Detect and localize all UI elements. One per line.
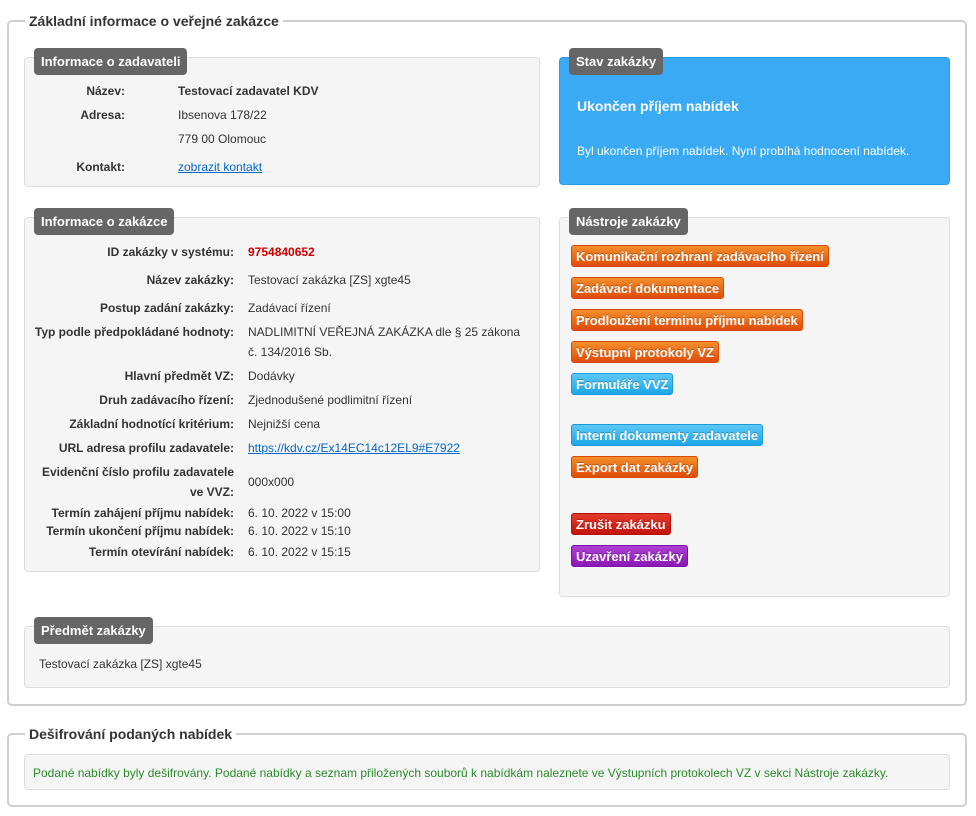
cancel-contract-button[interactable]: Zrušit zakázku (571, 513, 671, 535)
vvz-forms-button[interactable]: Formuláře VVZ (571, 373, 674, 395)
authority-name-label: Název: (86, 84, 125, 98)
show-contact-link[interactable]: zobrazit kontakt (178, 160, 262, 174)
decryption-message: Podané nabídky byly dešifrovány. Podané … (33, 766, 889, 780)
subject-badge: Předmět zakázky (34, 617, 153, 644)
contract-id-value: 9754840652 (248, 245, 315, 259)
profile-url-label: URL adresa profilu zadavatele: (58, 441, 234, 455)
contracting-authority-badge: Informace o zadavateli (34, 48, 188, 75)
bid-opening-value: 6. 10. 2022 v 15:15 (248, 545, 351, 559)
authority-name-value: Testovací zadavatel KDV (178, 84, 319, 98)
criterion-label: Základní hodnotící kritérium: (69, 417, 234, 431)
profile-number-label-line2: ve VVZ: (189, 485, 234, 499)
main-subject-label: Hlavní předmět VZ: (124, 369, 234, 383)
contract-name-label: Název zakázky: (146, 273, 234, 287)
main-subject-value: Dodávky (248, 369, 295, 383)
main-info-legend: Základní informace o veřejné zakázce (29, 13, 279, 29)
contract-name-value: Testovací zakázka [ZS] xgte45 (248, 273, 411, 287)
authority-address-label: Adresa: (80, 108, 125, 122)
procedure-kind-value: Zjednodušené podlimitní řízení (248, 393, 413, 407)
close-contract-button[interactable]: Uzavření zakázky (571, 545, 688, 567)
bid-start-value: 6. 10. 2022 v 15:00 (248, 506, 351, 520)
export-data-button[interactable]: Export dat zakázky (571, 456, 699, 478)
value-type-line1: NADLIMITNÍ VEŘEJNÁ ZAKÁZKA dle § 25 záko… (248, 325, 521, 339)
profile-url-link[interactable]: https://kdv.cz/Ex14EC14c12EL9#E7922 (248, 441, 460, 455)
contract-info-badge: Informace o zakázce (34, 208, 175, 235)
contracting-authority-panel: Informace o zadavateli Název: Testovací … (24, 48, 540, 187)
internal-documents-button[interactable]: Interní dokumenty zadavatele (571, 424, 764, 446)
tools-badge: Nástroje zakázky (569, 208, 688, 235)
authority-address-line2: 779 00 Olomouc (178, 132, 267, 146)
subject-panel: Předmět zakázky Testovací zakázka [ZS] x… (24, 617, 950, 688)
decryption-message-panel: Podané nabídky byly dešifrovány. Podané … (24, 754, 950, 790)
subject-text: Testovací zakázka [ZS] xgte45 (39, 657, 202, 671)
extend-deadline-button[interactable]: Prodloužení terminu příjmu nabídek (571, 309, 803, 331)
contract-id-label: ID zakázky v systému: (107, 245, 234, 259)
contract-info-panel: Informace o zakázce ID zakázky v systému… (24, 208, 540, 572)
bid-end-value: 6. 10. 2022 v 15:10 (248, 524, 351, 538)
bid-end-label: Termín ukončení příjmu nabídek: (46, 524, 234, 538)
bid-opening-label: Termín otevírání nabídek: (88, 545, 234, 559)
criterion-value: Nejnižší cena (248, 417, 321, 431)
tender-documents-button[interactable]: Zadávací dokumentace (571, 277, 725, 299)
output-protocols-button[interactable]: Výstupní protokoly VZ (571, 341, 719, 363)
decryption-legend: Dešifrování podaných nabídek (29, 726, 233, 742)
authority-contact-label: Kontakt: (76, 160, 125, 174)
value-type-label: Typ podle předpokládané hodnoty: (34, 325, 234, 339)
communication-interface-button[interactable]: Komunikační rozhraní zadávacího řízení (571, 245, 829, 267)
status-panel: Stav zakázky Ukončen příjem nabídek Byl … (559, 48, 950, 185)
status-text: Byl ukončen příjem nabídek. Nyní probíhá… (577, 144, 910, 158)
authority-address-line1: Ibsenova 178/22 (178, 108, 267, 122)
bid-start-label: Termín zahájení příjmu nabídek: (51, 506, 234, 520)
profile-number-value: 000x000 (248, 475, 295, 489)
procedure-label: Postup zadání zakázky: (99, 301, 234, 315)
procedure-kind-label: Druh zadávacího řízení: (99, 393, 234, 407)
profile-number-label-line1: Evidenční číslo profilu zadavatele (41, 465, 234, 479)
status-badge: Stav zakázky (569, 48, 664, 75)
value-type-line2: č. 134/2016 Sb. (248, 345, 333, 359)
status-title: Ukončen příjem nabídek (577, 98, 739, 114)
tools-panel: Nástroje zakázky Komunikační rozhraní za… (559, 208, 950, 597)
procedure-value: Zadávací řízení (248, 301, 331, 315)
